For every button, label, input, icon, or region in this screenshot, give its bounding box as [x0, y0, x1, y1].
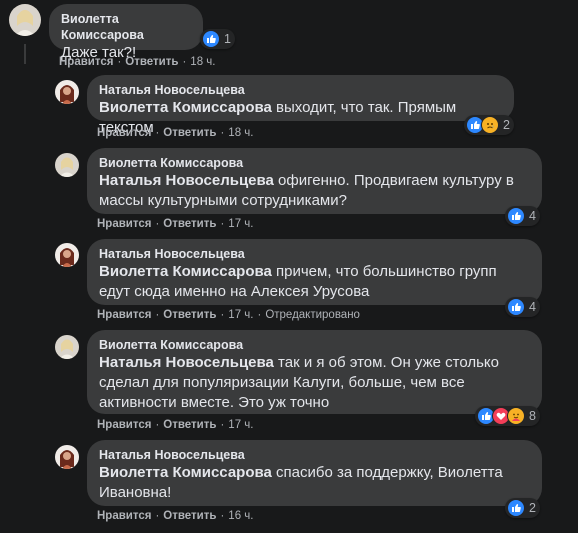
reaction-count: 8: [529, 409, 536, 423]
comment-bubble: Виолетта Комиссарова Даже так?!: [49, 4, 203, 61]
reaction-count: 4: [529, 300, 536, 314]
mention-link[interactable]: Виолетта Комиссарова: [99, 263, 272, 280]
like-reaction-icon: [202, 30, 220, 48]
timestamp[interactable]: 16 ч.: [228, 510, 253, 522]
avatar-natalya[interactable]: [55, 80, 79, 104]
timestamp[interactable]: 18 ч.: [190, 56, 215, 68]
reactions-badge[interactable]: 2: [505, 498, 540, 518]
comment-meta: Нравится · Ответить · 18 ч.: [97, 127, 254, 139]
comment-bubble: Наталья Новосельцева Виолетта Комиссаров…: [87, 75, 514, 136]
avatar-violetta[interactable]: [55, 153, 79, 177]
like-link[interactable]: Нравится: [59, 56, 113, 68]
comment-bubble: Виолетта Комиссарова Наталья Новосельцев…: [87, 330, 542, 414]
reactions-badge[interactable]: 4: [505, 206, 540, 226]
comment-author[interactable]: Виолетта Комиссарова: [61, 11, 191, 43]
comment-meta: Нравится · Ответить · 17 ч.: [97, 218, 254, 230]
comment-author[interactable]: Наталья Новосельцева: [99, 246, 530, 262]
reactions-badge[interactable]: 8: [475, 406, 540, 426]
comment-bubble: Виолетта Комиссарова Наталья Новосельцев…: [87, 148, 542, 214]
reply-link[interactable]: Ответить: [163, 510, 216, 522]
comment-author[interactable]: Наталья Новосельцева: [99, 82, 502, 98]
reactions-badge[interactable]: 1: [200, 29, 235, 49]
reaction-count: 4: [529, 209, 536, 223]
reply-link[interactable]: Ответить: [163, 218, 216, 230]
like-reaction-icon: [507, 499, 525, 517]
comment-author[interactable]: Виолетта Комиссарова: [99, 155, 530, 171]
mention-link[interactable]: Виолетта Комиссарова: [99, 99, 272, 116]
comment-meta: Нравится · Ответить · 17 ч.: [97, 419, 254, 431]
like-reaction-icon: [507, 298, 525, 316]
comment-meta: Нравится · Ответить · 18 ч.: [59, 56, 216, 68]
comment-text: Виолетта Комиссарова причем, что большин…: [99, 263, 497, 300]
avatar-violetta[interactable]: [55, 335, 79, 359]
like-link[interactable]: Нравится: [97, 419, 151, 431]
care-reaction-icon: [507, 407, 525, 425]
comment-text: Наталья Новосельцева офигенно. Продвигае…: [99, 172, 514, 209]
timestamp[interactable]: 17 ч.: [228, 309, 253, 321]
comment-meta: Нравится · Ответить · 16 ч.: [97, 510, 254, 522]
comment-author[interactable]: Виолетта Комиссарова: [99, 337, 530, 353]
edited-label[interactable]: Отредактировано: [265, 309, 360, 321]
like-reaction-icon: [507, 207, 525, 225]
reply-link[interactable]: Ответить: [163, 419, 216, 431]
comment-bubble: Наталья Новосельцева Виолетта Комиссаров…: [87, 440, 542, 506]
reaction-count: 2: [529, 501, 536, 515]
comment-text: Наталья Новосельцева так и я об этом. Он…: [99, 354, 499, 411]
avatar-violetta[interactable]: [9, 4, 41, 36]
avatar-natalya[interactable]: [55, 243, 79, 267]
like-link[interactable]: Нравится: [97, 309, 151, 321]
avatar-natalya[interactable]: [55, 445, 79, 469]
like-link[interactable]: Нравится: [97, 218, 151, 230]
reply-link[interactable]: Ответить: [163, 309, 216, 321]
sad-reaction-icon: [481, 116, 499, 134]
comment-meta: Нравится · Ответить · 17 ч. · Отредактировано: [97, 309, 360, 321]
mention-link[interactable]: Наталья Новосельцева: [99, 172, 274, 189]
mention-link[interactable]: Наталья Новосельцева: [99, 354, 274, 371]
timestamp[interactable]: 17 ч.: [228, 218, 253, 230]
comment-bubble: Наталья Новосельцева Виолетта Комиссаров…: [87, 239, 542, 305]
thread-line: [24, 44, 26, 64]
comment-author[interactable]: Наталья Новосельцева: [99, 447, 530, 463]
reaction-count: 1: [224, 32, 231, 46]
timestamp[interactable]: 18 ч.: [228, 127, 253, 139]
reactions-badge[interactable]: 2: [464, 115, 514, 135]
like-link[interactable]: Нравится: [97, 127, 151, 139]
reactions-badge[interactable]: 4: [505, 297, 540, 317]
reply-link[interactable]: Ответить: [163, 127, 216, 139]
mention-link[interactable]: Виолетта Комиссарова: [99, 464, 272, 481]
comment-text: Виолетта Комиссарова спасибо за поддержк…: [99, 464, 503, 501]
reply-link[interactable]: Ответить: [125, 56, 178, 68]
reaction-count: 2: [503, 118, 510, 132]
timestamp[interactable]: 17 ч.: [228, 419, 253, 431]
like-link[interactable]: Нравится: [97, 510, 151, 522]
